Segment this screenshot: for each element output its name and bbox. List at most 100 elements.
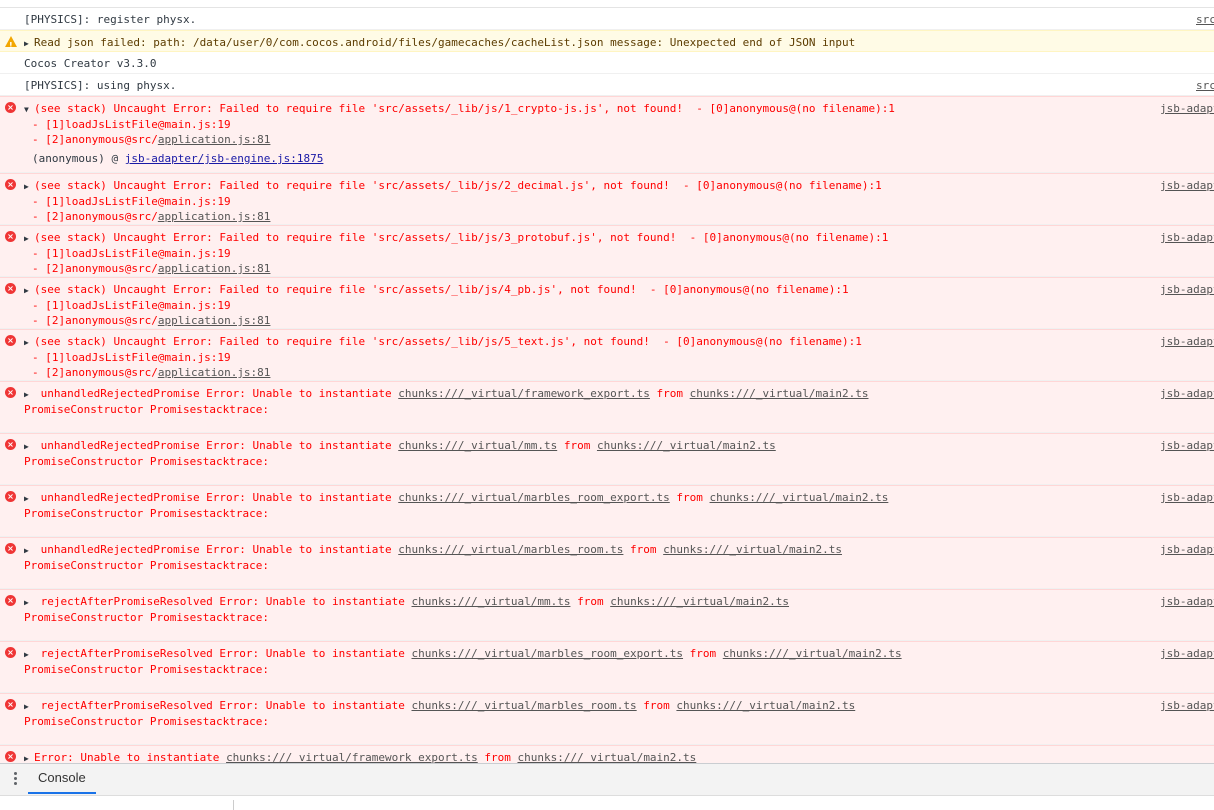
message-text: [PHYSICS]: using physx. [24, 79, 177, 92]
console-message-info: Cocos Creator v3.3.0 [0, 52, 1214, 74]
message-text: Cocos Creator v3.3.0 [24, 57, 157, 70]
console-top-edge [0, 0, 1214, 8]
message-text: (see stack) Uncaught Error: Failed to re… [34, 283, 849, 296]
source-link[interactable]: jsb-adapter [1160, 282, 1214, 297]
message-text: unhandledRejectedPromise Error: Unable t… [34, 543, 842, 556]
message-subline: - [2]anonymous@src/application.js:81 [32, 210, 271, 223]
console-drawer: Console [0, 763, 1214, 810]
stack-label: (anonymous) @ [32, 152, 125, 165]
message-text: (see stack) Uncaught Error: Failed to re… [34, 179, 882, 192]
console-message-warn: ! ▶ Read json failed: path: /data/user/0/c… [0, 30, 1214, 52]
source-link[interactable]: jsb-adapter [1160, 594, 1214, 609]
source-link[interactable]: jsb-adapter [1160, 334, 1214, 349]
source-link[interactable]: jsb-adapter [1160, 178, 1214, 193]
error-circle-icon: × [5, 283, 16, 294]
source-link[interactable]: src [1196, 78, 1214, 93]
message-subline: - [1]loadJsListFile@main.js:19 [32, 195, 231, 208]
error-circle-icon: × [5, 595, 16, 606]
source-link[interactable]: jsb-adapter [1160, 490, 1214, 505]
source-link[interactable]: jsb-adapter [1160, 386, 1214, 401]
error-circle-icon: × [5, 387, 16, 398]
console-message-err[interactable]: × ▶ unhandledRejectedPromise Error: Unabl… [0, 537, 1214, 589]
triangle-expand-icon[interactable]: ▶ [24, 751, 34, 763]
triangle-expand-icon[interactable]: ▼ [24, 102, 34, 117]
stack-source-link[interactable]: jsb-adapter/jsb-engine.js:1875 [125, 152, 324, 165]
message-subline: - [1]loadJsListFile@main.js:19 [32, 118, 231, 131]
triangle-expand-icon[interactable]: ▶ [24, 179, 34, 194]
triangle-expand-icon[interactable]: ▶ [24, 231, 34, 246]
message-text: unhandledRejectedPromise Error: Unable t… [34, 387, 869, 400]
error-circle-icon: × [5, 439, 16, 450]
source-link[interactable]: jsb-adapter [1160, 698, 1214, 713]
console-message-err[interactable]: × ▶ (see stack) Uncaught Error: Failed to … [0, 329, 1214, 381]
footer-divider [233, 800, 234, 810]
message-subline: - [1]loadJsListFile@main.js:19 [32, 299, 231, 312]
error-circle-icon: × [5, 179, 16, 190]
message-subline: PromiseConstructor Promisestacktrace: [24, 455, 270, 468]
triangle-expand-icon[interactable]: ▶ [24, 335, 34, 350]
message-subline: - [1]loadJsListFile@main.js:19 [32, 351, 231, 364]
message-subline: PromiseConstructor Promisestacktrace: [24, 611, 270, 624]
console-message-err[interactable]: × ▶ rejectAfterPromiseResolved Error: Una… [0, 589, 1214, 641]
message-subline: PromiseConstructor Promisestacktrace: [24, 715, 270, 728]
console-message-err[interactable]: × ▶ (see stack) Uncaught Error: Failed to … [0, 225, 1214, 277]
source-link[interactable]: jsb-adapter [1160, 230, 1214, 245]
message-text: rejectAfterPromiseResolved Error: Unable… [34, 647, 902, 660]
console-message-err[interactable]: × ▶ (see stack) Uncaught Error: Failed to … [0, 277, 1214, 329]
stack-trace-line: (anonymous) @ jsb-adapter/jsb-engine.js:… [24, 151, 1184, 166]
error-circle-icon: × [5, 102, 16, 113]
triangle-expand-icon[interactable]: ▶ [24, 387, 34, 402]
source-link[interactable]: jsb-adapter [1160, 101, 1214, 116]
error-circle-icon: × [5, 543, 16, 554]
message-text: rejectAfterPromiseResolved Error: Unable… [34, 595, 790, 608]
message-subline: - [2]anonymous@src/application.js:81 [32, 314, 271, 327]
source-link[interactable]: src [1196, 12, 1214, 27]
message-text: Read json failed: path: /data/user/0/com… [34, 36, 856, 49]
source-link[interactable]: jsb-adapter [1160, 438, 1214, 453]
console-message-err[interactable]: × ▶ rejectAfterPromiseResolved Error: Una… [0, 641, 1214, 693]
console-message-err[interactable]: × ▶ Error: Unable to instantiate chunks://… [0, 745, 1214, 763]
triangle-expand-icon[interactable]: ▶ [24, 647, 34, 662]
message-text: (see stack) Uncaught Error: Failed to re… [34, 231, 889, 244]
message-subline: PromiseConstructor Promisestacktrace: [24, 403, 270, 416]
source-link[interactable]: jsb-adapter [1160, 542, 1214, 557]
console-message-err[interactable]: × ▶ unhandledRejectedPromise Error: Unabl… [0, 381, 1214, 433]
triangle-expand-icon[interactable]: ▶ [24, 491, 34, 506]
console-message-err[interactable]: × ▶ rejectAfterPromiseResolved Error: Una… [0, 693, 1214, 745]
message-text: (see stack) Uncaught Error: Failed to re… [34, 102, 895, 115]
error-circle-icon: × [5, 231, 16, 242]
console-message-err[interactable]: × ▶ (see stack) Uncaught Error: Failed to … [0, 173, 1214, 225]
console-message-info: [PHYSICS]: using physx. src [0, 74, 1214, 96]
triangle-expand-icon[interactable]: ▶ [24, 543, 34, 558]
message-text: unhandledRejectedPromise Error: Unable t… [34, 491, 889, 504]
triangle-expand-icon[interactable]: ▶ [24, 699, 34, 714]
message-subline: PromiseConstructor Promisestacktrace: [24, 507, 270, 520]
message-text: [PHYSICS]: register physx. [24, 13, 197, 26]
source-link[interactable]: jsb-adapter [1160, 646, 1214, 661]
message-subline: - [2]anonymous@src/application.js:81 [32, 133, 271, 146]
triangle-expand-icon[interactable]: ▶ [24, 439, 34, 454]
triangle-expand-icon[interactable]: ▶ [24, 595, 34, 610]
kebab-menu-icon[interactable] [9, 770, 21, 788]
triangle-expand-icon[interactable]: ▶ [24, 283, 34, 298]
error-circle-icon: × [5, 491, 16, 502]
message-subline: - [1]loadJsListFile@main.js:19 [32, 247, 231, 260]
console-log: [PHYSICS]: register physx. src! ▶ Read json… [0, 0, 1214, 763]
error-circle-icon: × [5, 699, 16, 710]
console-message-err[interactable]: × ▶ unhandledRejectedPromise Error: Unabl… [0, 485, 1214, 537]
console-message-info: [PHYSICS]: register physx. src [0, 8, 1214, 30]
error-circle-icon: × [5, 335, 16, 346]
message-text: (see stack) Uncaught Error: Failed to re… [34, 335, 862, 348]
triangle-expand-icon[interactable]: ▶ [24, 36, 34, 51]
console-message-err[interactable]: × ▼ (see stack) Uncaught Error: Failed to … [0, 96, 1214, 173]
message-text: Error: Unable to instantiate chunks:///_… [34, 751, 697, 763]
console-message-err[interactable]: × ▶ unhandledRejectedPromise Error: Unabl… [0, 433, 1214, 485]
error-circle-icon: × [5, 647, 16, 658]
message-text: unhandledRejectedPromise Error: Unable t… [34, 439, 776, 452]
warning-triangle-icon: ! [5, 36, 17, 50]
tab-console[interactable]: Console [28, 764, 96, 794]
message-subline: - [2]anonymous@src/application.js:81 [32, 366, 271, 379]
message-subline: - [2]anonymous@src/application.js:81 [32, 262, 271, 275]
message-text: rejectAfterPromiseResolved Error: Unable… [34, 699, 856, 712]
message-subline: PromiseConstructor Promisestacktrace: [24, 663, 270, 676]
